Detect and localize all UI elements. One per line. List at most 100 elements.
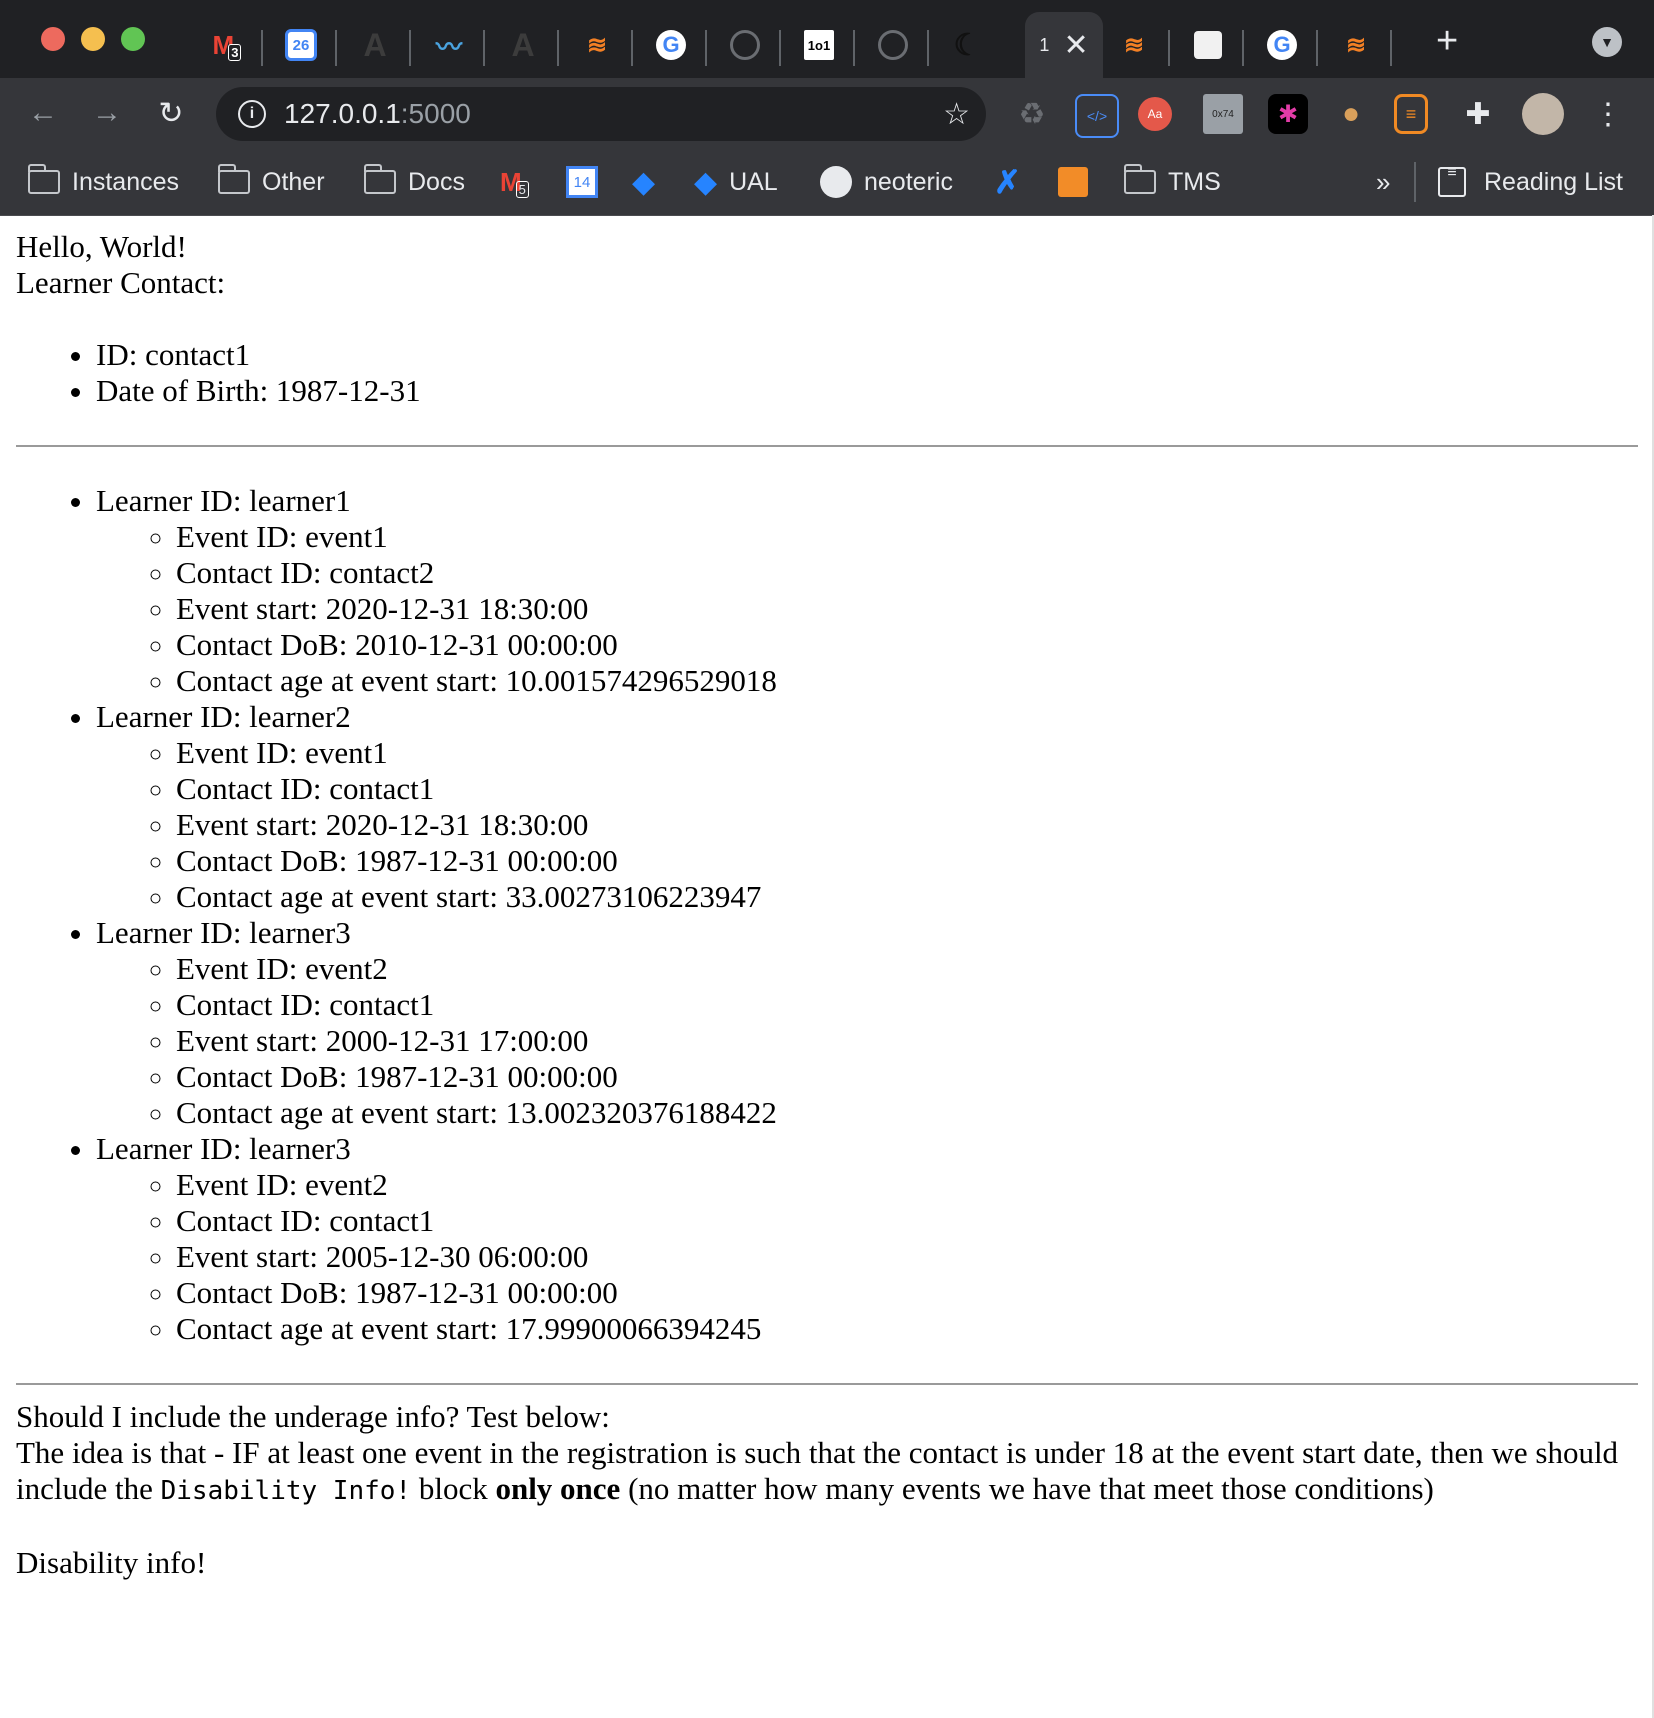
tab-font-a[interactable]: A — [339, 12, 411, 78]
info-icon[interactable]: i — [238, 100, 266, 128]
list-item: Contact age at event start: 17.999000663… — [176, 1311, 1638, 1347]
window-minimize-button[interactable] — [81, 27, 105, 51]
bookmark-calendar[interactable]: 14 — [566, 162, 598, 202]
hex-extension-icon[interactable]: 0x74 — [1203, 94, 1243, 134]
forward-button[interactable]: → — [84, 90, 130, 136]
bookmark-jira[interactable]: ◆ — [632, 162, 655, 202]
chevron-down-icon: ▼ — [1600, 34, 1614, 50]
folder-icon — [218, 164, 250, 194]
folder-icon — [28, 164, 60, 194]
tab-moon[interactable]: ☾ — [931, 12, 1003, 78]
bookmark-tms[interactable]: TMS — [1124, 162, 1221, 202]
moon-icon: ☾ — [953, 28, 981, 62]
tab-stackoverflow[interactable]: ≋ — [561, 12, 633, 78]
new-tab-button[interactable]: + — [1436, 20, 1458, 63]
stackoverflow-icon: ≋ — [586, 31, 608, 59]
bookmark-label: Instances — [72, 167, 180, 196]
bookmark-label: Other — [262, 167, 325, 196]
list-item: Event start: 2000-12-31 17:00:00 — [176, 1023, 1638, 1059]
reload-button[interactable]: ↻ — [148, 90, 194, 136]
list-item: Event ID: event2 — [176, 1167, 1638, 1203]
jira-diamond-icon: ◆ — [694, 165, 718, 199]
jira-diamond-icon: ◆ — [632, 165, 656, 199]
list-item: Contact ID: contact1 — [176, 771, 1638, 807]
tab-stackoverflow-3[interactable]: ≋ — [1320, 12, 1392, 78]
idea-paragraph: The idea is that - IF at least one event… — [16, 1435, 1619, 1506]
tab-101[interactable]: 1o1 — [783, 12, 855, 78]
list-item: Event start: 2020-12-31 18:30:00 — [176, 807, 1638, 843]
font-a-icon: A — [511, 26, 535, 63]
address-bar[interactable]: i 127.0.0.1:5000 ☆ — [216, 87, 986, 141]
divider — [16, 445, 1638, 447]
tab-globe-2[interactable] — [857, 12, 929, 78]
bookmark-box[interactable] — [1058, 162, 1088, 202]
learner-item: Learner ID: learner3 Event ID: event2 Co… — [96, 915, 1638, 1131]
reading-list-button[interactable]: ≡ Reading List — [1438, 162, 1623, 202]
bookmark-other[interactable]: Other — [218, 162, 325, 202]
tab-search-button[interactable]: ▼ — [1592, 27, 1622, 57]
list-item: Event ID: event1 — [176, 519, 1638, 555]
puzzle-icon[interactable]: ✚ — [1458, 94, 1498, 134]
bookmark-neoteric[interactable]: neoteric — [820, 162, 953, 202]
back-button[interactable]: ← — [20, 90, 66, 136]
avatar[interactable] — [1522, 93, 1564, 135]
browser-chrome: M3 26 A 〰 A ≋ G 1o1 ☾ 1 ✕ ≋ G ≋ + ▼ ← → … — [0, 0, 1654, 216]
menu-dots-icon[interactable]: ⋮ — [1588, 94, 1628, 134]
toolbar: ← → ↻ i 127.0.0.1:5000 ☆ ♻ </> Aa 0x74 ✱… — [0, 78, 1654, 150]
list-item: Contact DoB: 1987-12-31 00:00:00 — [176, 1275, 1638, 1311]
bookmark-label: UAL — [729, 167, 778, 196]
list-item: Event ID: event1 — [176, 735, 1638, 771]
confluence-icon: ✗ — [994, 164, 1021, 200]
close-tab-icon[interactable]: ✕ — [1063, 28, 1088, 63]
page-content: Hello, World! Learner Contact: ID: conta… — [0, 215, 1654, 1595]
bookmark-docs[interactable]: Docs — [364, 162, 465, 202]
learner-details: Event ID: event1 Contact ID: contact2 Ev… — [96, 519, 1638, 699]
list-item: Event ID: event2 — [176, 951, 1638, 987]
learner-contact-heading: Learner Contact: — [16, 265, 226, 300]
aa-extension-icon[interactable]: Aa — [1138, 97, 1172, 131]
gmail-icon: M3 — [212, 30, 242, 61]
code-icon[interactable]: </> — [1075, 94, 1119, 138]
google-calendar-icon: 14 — [566, 166, 598, 198]
cookie-icon[interactable]: ● — [1331, 94, 1371, 134]
tab-cube[interactable] — [1172, 12, 1244, 78]
stackoverflow-icon: ≋ — [1123, 31, 1145, 59]
server-icon[interactable]: ≡ — [1394, 94, 1428, 134]
reading-list-icon: ≡ — [1438, 165, 1466, 197]
tab-active[interactable]: 1 ✕ — [1025, 12, 1103, 78]
list-item: Contact age at event start: 33.002731062… — [176, 879, 1638, 915]
tab-google-2[interactable]: G — [1246, 12, 1318, 78]
folder-icon — [1124, 164, 1156, 194]
bookmarks-overflow-button[interactable]: » — [1376, 162, 1390, 202]
window-maximize-button[interactable] — [121, 27, 145, 51]
tab-globe[interactable] — [709, 12, 781, 78]
bookmark-star-icon[interactable]: ☆ — [943, 97, 970, 132]
window-close-button[interactable] — [41, 27, 65, 51]
bookmark-label: Docs — [408, 167, 465, 196]
list-item: Contact ID: contact2 — [176, 555, 1638, 591]
bookmark-instances[interactable]: Instances — [28, 162, 179, 202]
tab-stackoverflow-2[interactable]: ≋ — [1098, 12, 1170, 78]
tab-font-a-2[interactable]: A — [487, 12, 559, 78]
bookmark-ual[interactable]: ◆ UAL — [694, 162, 778, 202]
contact-list: ID: contact1 Date of Birth: 1987-12-31 — [16, 337, 1638, 409]
tab-wave[interactable]: 〰 — [413, 12, 485, 78]
tab-gmail[interactable]: M3 — [191, 12, 263, 78]
tab-calendar[interactable]: 26 — [265, 12, 337, 78]
tab-google[interactable]: G — [635, 12, 707, 78]
list-item: Contact DoB: 1987-12-31 00:00:00 — [176, 1059, 1638, 1095]
bookmark-confluence[interactable]: ✗ — [994, 162, 1021, 202]
stackoverflow-icon: ≋ — [1345, 31, 1367, 59]
asterisk-extension-icon[interactable]: ✱ — [1268, 94, 1308, 134]
cube-icon — [1194, 31, 1222, 59]
github-icon — [820, 166, 852, 198]
learner-item: Learner ID: learner2 Event ID: event1 Co… — [96, 699, 1638, 915]
reload-icon: ↻ — [158, 96, 184, 130]
disability-text: Disability info! — [16, 1545, 207, 1580]
bookmark-gmail[interactable]: M5 — [500, 162, 529, 202]
learner-details: Event ID: event1 Contact ID: contact1 Ev… — [96, 735, 1638, 915]
recycle-icon[interactable]: ♻ — [1012, 94, 1052, 134]
bookmark-label: neoteric — [864, 167, 953, 196]
list-item: ID: contact1 — [96, 337, 1638, 373]
google-icon: G — [656, 30, 686, 60]
